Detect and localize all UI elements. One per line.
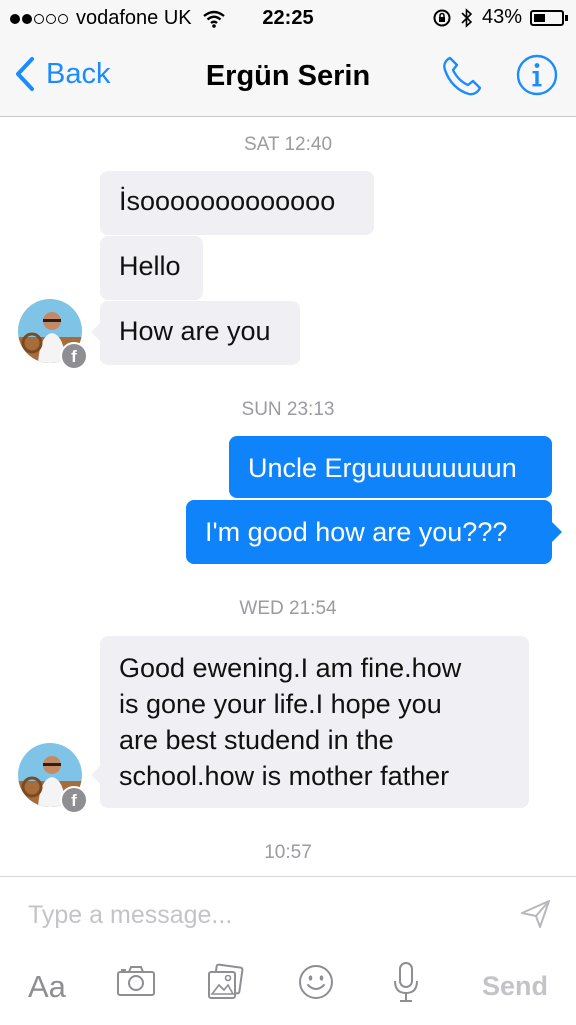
- battery-percent: 43%: [481, 6, 522, 28]
- call-button[interactable]: [440, 54, 484, 103]
- facebook-icon: f: [60, 786, 88, 814]
- conversation-title: Ergün Serin: [205, 60, 371, 92]
- outgoing-message[interactable]: I'm good how are you???: [186, 500, 552, 564]
- message-text: How are you: [119, 316, 271, 346]
- incoming-message[interactable]: İsooooooooooooo: [100, 171, 374, 235]
- text-format-button[interactable]: Aa: [28, 969, 66, 1005]
- facebook-icon: f: [60, 342, 88, 370]
- phone-icon: [443, 56, 482, 96]
- info-icon: [516, 54, 558, 96]
- camera-icon: [117, 966, 155, 996]
- incoming-message[interactable]: Good ewening.I am fine.how is gone your …: [100, 636, 529, 808]
- rotation-lock-icon: [433, 9, 451, 26]
- emoji-icon: [299, 965, 333, 999]
- info-button[interactable]: [515, 53, 559, 102]
- bubble-tail: [552, 522, 562, 542]
- battery-fill: [534, 13, 545, 22]
- message-text: Uncle Erguuuuuuuuun: [248, 453, 517, 483]
- nav-bar: Back Ergün Serin: [0, 40, 576, 117]
- microphone-icon: [394, 962, 418, 1002]
- incoming-message[interactable]: Hello: [100, 236, 203, 300]
- message-line: school.how is mother father: [119, 761, 450, 791]
- timestamp: 10:57: [264, 842, 312, 863]
- bubble-tail: [91, 322, 101, 342]
- message-line: Good ewening.I am fine.how: [119, 653, 462, 683]
- timestamp: SAT 12:40: [243, 134, 333, 155]
- message-text: Hello: [119, 251, 181, 281]
- incoming-message[interactable]: How are you: [100, 301, 300, 365]
- status-bar: vodafone UK 22:25 43%: [0, 0, 576, 40]
- message-line: is gone your life.I hope you: [119, 689, 442, 719]
- outgoing-message[interactable]: Uncle Erguuuuuuuuun: [229, 436, 552, 498]
- bubble-tail: [91, 765, 101, 785]
- gallery-button[interactable]: [206, 963, 244, 1006]
- message-line: are best studend in the: [119, 725, 394, 755]
- microphone-button[interactable]: [393, 961, 419, 1008]
- status-right: 43%: [432, 6, 568, 29]
- emoji-button[interactable]: [297, 963, 335, 1006]
- message-composer: Aa Send: [0, 876, 576, 1025]
- message-input[interactable]: [28, 897, 498, 933]
- timestamp: SUN 23:13: [241, 399, 335, 420]
- send-arrow-icon: [521, 900, 550, 928]
- send-arrow-button[interactable]: [520, 899, 552, 934]
- timestamp: WED 21:54: [239, 598, 337, 619]
- battery-icon: [530, 9, 568, 26]
- gallery-icon: [208, 963, 244, 999]
- message-text: I'm good how are you???: [205, 517, 508, 547]
- bluetooth-icon: [461, 7, 473, 28]
- camera-button[interactable]: [116, 965, 156, 1002]
- send-button[interactable]: Send: [482, 971, 548, 1002]
- battery-tip: [565, 14, 568, 21]
- message-text: İsooooooooooooo: [119, 186, 336, 216]
